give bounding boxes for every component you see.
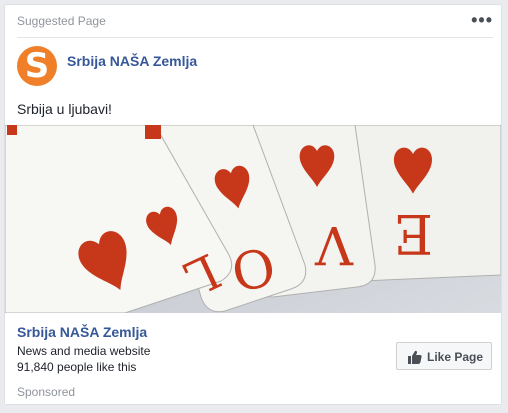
page-likes-count: 91,840 people like this xyxy=(17,360,137,374)
avatar[interactable]: S xyxy=(17,46,57,86)
post-image[interactable]: E V O L xyxy=(5,125,501,313)
like-page-button[interactable]: Like Page xyxy=(396,342,492,370)
page-row: S Srbija NAŠA Zemlja xyxy=(17,46,489,90)
card-header: Suggested Page ••• xyxy=(17,11,493,33)
sponsored-label[interactable]: Sponsored xyxy=(17,385,75,399)
more-dots-icon[interactable]: ••• xyxy=(471,11,493,29)
like-page-label: Like Page xyxy=(427,350,484,364)
page-category: News and media website xyxy=(17,344,151,358)
suggested-page-label: Suggested Page xyxy=(17,14,106,28)
footer-page-name-link[interactable]: Srbija NAŠA Zemlja xyxy=(17,324,147,340)
page-name-link[interactable]: Srbija NAŠA Zemlja xyxy=(67,53,197,69)
love-cards-image: E V O L xyxy=(5,125,501,313)
card-v-letter: V xyxy=(314,214,354,274)
page-footer: Srbija NAŠA Zemlja News and media websit… xyxy=(5,313,501,404)
card-corner xyxy=(7,125,17,135)
thumbs-up-icon xyxy=(408,350,422,364)
header-divider xyxy=(17,37,493,38)
suggested-page-card: Suggested Page ••• S Srbija NAŠA Zemlja … xyxy=(4,4,502,405)
post-text: Srbija u ljubavi! xyxy=(17,101,112,117)
avatar-letter: S xyxy=(24,46,50,86)
card-e-letter: E xyxy=(394,202,433,265)
card-pattern xyxy=(145,125,161,139)
